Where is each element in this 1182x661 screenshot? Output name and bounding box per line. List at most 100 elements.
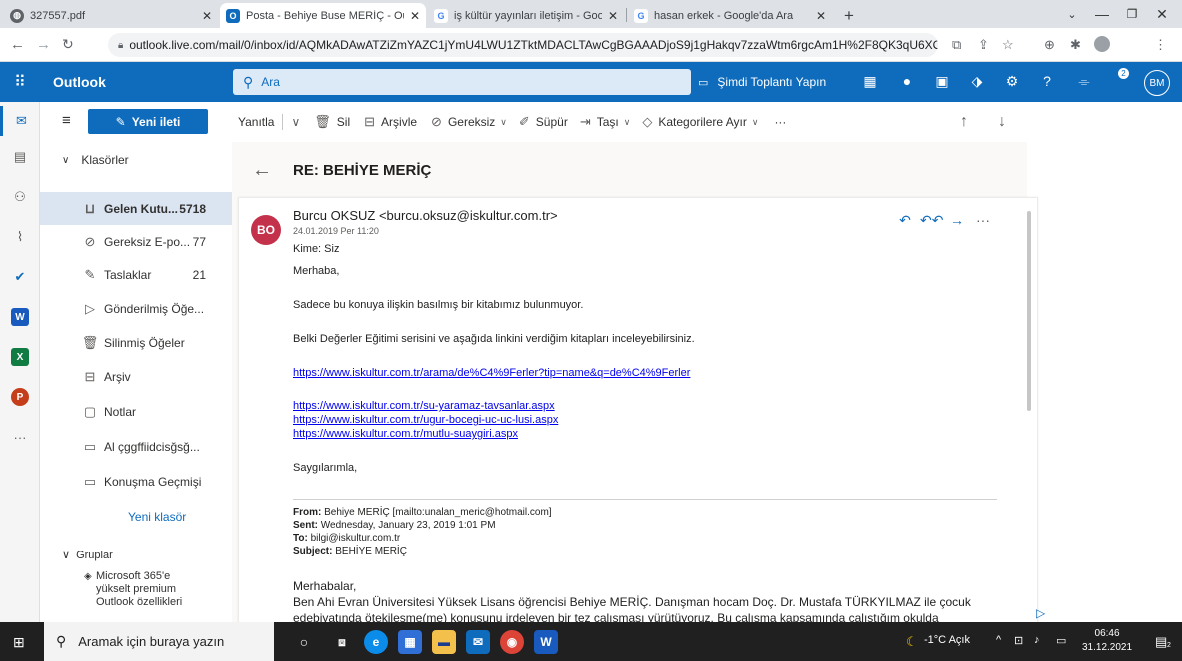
clock[interactable]: 06:46 31.12.2021 [1082, 627, 1132, 655]
puzzle-icon[interactable]: ✱ [1070, 37, 1081, 53]
account-avatar[interactable]: BM [1144, 70, 1170, 96]
chrome-icon[interactable]: ◉ [500, 630, 524, 654]
settings-gear-icon[interactable]: ⚙ [1002, 73, 1022, 90]
url-field[interactable]: 🔒︎ outlook.live.com/mail/0/inbox/id/AQMk… [108, 33, 938, 57]
excel-app-icon[interactable]: X [0, 342, 40, 372]
meet-now-button[interactable]: ▭ Şimdi Toplantı Yapın [698, 75, 826, 89]
todo-check-icon[interactable]: ✔ [0, 262, 40, 292]
message-actions: ↶ ↶↶ → ··· [894, 212, 998, 229]
folder-custom[interactable]: ▭ Al çggffiidcisğsğ... [40, 430, 232, 463]
back-arrow-icon[interactable]: ← [10, 36, 25, 53]
megaphone-icon[interactable]: ⌯ [1074, 73, 1094, 90]
calendar-icon[interactable]: ▤ [0, 142, 40, 172]
cortana-icon[interactable]: ○ [292, 630, 316, 654]
weather-status[interactable]: -1°C Açık [924, 634, 970, 646]
folder-sent[interactable]: ▷ Gönderilmiş Öğe... [40, 292, 232, 325]
close-icon[interactable]: ✕ [410, 9, 420, 23]
office-word-icon[interactable]: ▣ [932, 73, 952, 90]
whats-new-icon[interactable]: ⬗ [967, 73, 987, 90]
mail-icon[interactable]: ✉ [0, 106, 40, 136]
previous-message-arrow-icon[interactable]: ↑ [960, 113, 968, 131]
extension-globe-icon[interactable]: ⊕ [1044, 37, 1055, 53]
store-icon[interactable]: ▦ [398, 630, 422, 654]
network-icon[interactable]: ⊡ [1014, 634, 1023, 647]
categorize-button[interactable]: ◇ Kategorilere Ayır ∨ [642, 114, 758, 130]
folders-header[interactable]: ∨ Klasörler [62, 153, 129, 167]
word-taskbar-icon[interactable]: W [534, 630, 558, 654]
menu-icon[interactable]: ⋮ [1154, 37, 1167, 53]
sweep-button[interactable]: ✐ Süpür [519, 114, 568, 130]
forward-icon[interactable]: → [946, 212, 968, 229]
window-close-button[interactable]: ✕ [1142, 0, 1182, 28]
reply-all-icon[interactable]: ↶↶ [920, 212, 943, 229]
folder-archive[interactable]: ⊟ Arşiv [40, 360, 232, 393]
people-icon[interactable]: ⚇ [0, 182, 40, 212]
teams-grid-icon[interactable]: ▦ [860, 73, 880, 90]
more-apps-icon[interactable]: ··· [0, 422, 40, 452]
outlook-brand[interactable]: Outlook [53, 74, 106, 90]
link[interactable]: https://www.iskultur.com.tr/mutlu-suaygi… [293, 428, 518, 440]
link[interactable]: https://www.iskultur.com.tr/su-yaramaz-t… [293, 400, 555, 412]
taskbar-search[interactable]: ⚲ Aramak için buraya yazın [44, 622, 274, 661]
link[interactable]: https://www.iskultur.com.tr/arama/de%C4%… [293, 367, 690, 379]
file-explorer-icon[interactable]: ▬ [432, 630, 456, 654]
new-folder-link[interactable]: Yeni klasör [128, 510, 186, 524]
sender-avatar[interactable]: BO [251, 215, 281, 245]
battery-icon[interactable]: ▭ [1056, 634, 1066, 647]
help-icon[interactable]: ? [1037, 73, 1057, 89]
volume-icon[interactable]: ♪ [1034, 634, 1040, 646]
folder-drafts[interactable]: ✎ Taslaklar 21 [40, 258, 232, 291]
word-app-icon[interactable]: W [0, 302, 40, 332]
tab-google-1[interactable]: G iş kültür yayınları iletişim - Googl ✕ [428, 3, 624, 28]
windows-start-icon[interactable]: ⊞ [13, 634, 25, 651]
profile-icon[interactable] [1094, 36, 1110, 52]
share-icon[interactable]: ⇪ [978, 37, 989, 53]
mail-app-icon[interactable]: ✉ [466, 630, 490, 654]
edge-icon[interactable]: e [364, 630, 388, 654]
folder-junk[interactable]: ⊘ Gereksiz E-po... 77 [40, 225, 232, 258]
close-icon[interactable]: ✕ [816, 9, 826, 23]
ad-play-icon[interactable]: ▷ [1036, 606, 1045, 620]
close-icon[interactable]: ✕ [202, 9, 212, 23]
reload-icon[interactable]: ↻ [62, 36, 74, 53]
reply-dropdown[interactable]: ∨ [291, 115, 300, 129]
reply-icon[interactable]: ↶ [894, 212, 916, 229]
notification-center-icon[interactable]: ▤ [1155, 634, 1167, 650]
more-icon[interactable]: ··· [972, 212, 994, 229]
archive-button[interactable]: ⊟ Arşivle [364, 114, 417, 130]
folder-notes[interactable]: ▢ Notlar [40, 395, 232, 428]
skype-icon[interactable]: ● [897, 73, 917, 89]
sender-name[interactable]: Burcu OKSUZ <burcu.oksuz@iskultur.com.tr… [293, 208, 558, 223]
powerpoint-app-icon[interactable]: P [0, 382, 40, 412]
search-box[interactable]: ⚲ Ara [233, 69, 691, 95]
junk-button[interactable]: ⊘ Gereksiz ∨ [431, 114, 507, 130]
groups-header[interactable]: ∨ Gruplar [62, 551, 113, 561]
more-actions-button[interactable]: ··· [774, 115, 786, 129]
hamburger-icon[interactable]: ≡ [62, 112, 71, 129]
close-icon[interactable]: ✕ [608, 9, 618, 23]
attachment-icon[interactable]: ⌇ [0, 222, 40, 252]
new-tab-button[interactable]: + [838, 3, 862, 28]
tab-outlook[interactable]: O Posta - Behiye Buse MERİÇ - Out ✕ [220, 3, 426, 28]
install-app-icon[interactable]: ⧉ [952, 37, 961, 53]
tab-pdf[interactable]: ◍ 327557.pdf ✕ [4, 3, 218, 28]
back-arrow-icon[interactable]: ← [252, 159, 272, 182]
folder-inbox[interactable]: ⊔ Gelen Kutu... 5718 [40, 192, 232, 225]
next-message-arrow-icon[interactable]: ↓ [998, 113, 1006, 131]
reading-scrollbar[interactable] [1020, 183, 1031, 623]
link[interactable]: https://www.iskultur.com.tr/ugur-bocegi-… [293, 414, 558, 426]
folder-conversation-history[interactable]: ▭ Konuşma Geçmişi [40, 465, 232, 498]
move-button[interactable]: ⇥ Taşı ∨ [580, 114, 631, 130]
folder-deleted[interactable]: 🗑︎ Silinmiş Öğeler [40, 326, 232, 359]
bookmark-star-icon[interactable]: ☆ [1002, 37, 1014, 53]
forward-arrow-icon[interactable]: → [36, 36, 51, 53]
tab-google-2[interactable]: G hasan erkek - Google'da Ara ✕ [628, 3, 832, 28]
delete-button[interactable]: 🗑︎ Sil [314, 114, 350, 130]
app-launcher-icon[interactable]: ⠿ [0, 62, 40, 102]
scrollbar-thumb[interactable] [1027, 211, 1031, 411]
tray-chevron-icon[interactable]: ^ [996, 634, 1001, 646]
reply-button[interactable]: Yanıtla [238, 115, 274, 129]
task-view-icon[interactable]: ⧈ [330, 630, 354, 654]
premium-upsell[interactable]: ◈ Microsoft 365'e yükselt premium Outloo… [84, 570, 182, 609]
new-message-button[interactable]: ✎ Yeni ileti [88, 109, 208, 134]
